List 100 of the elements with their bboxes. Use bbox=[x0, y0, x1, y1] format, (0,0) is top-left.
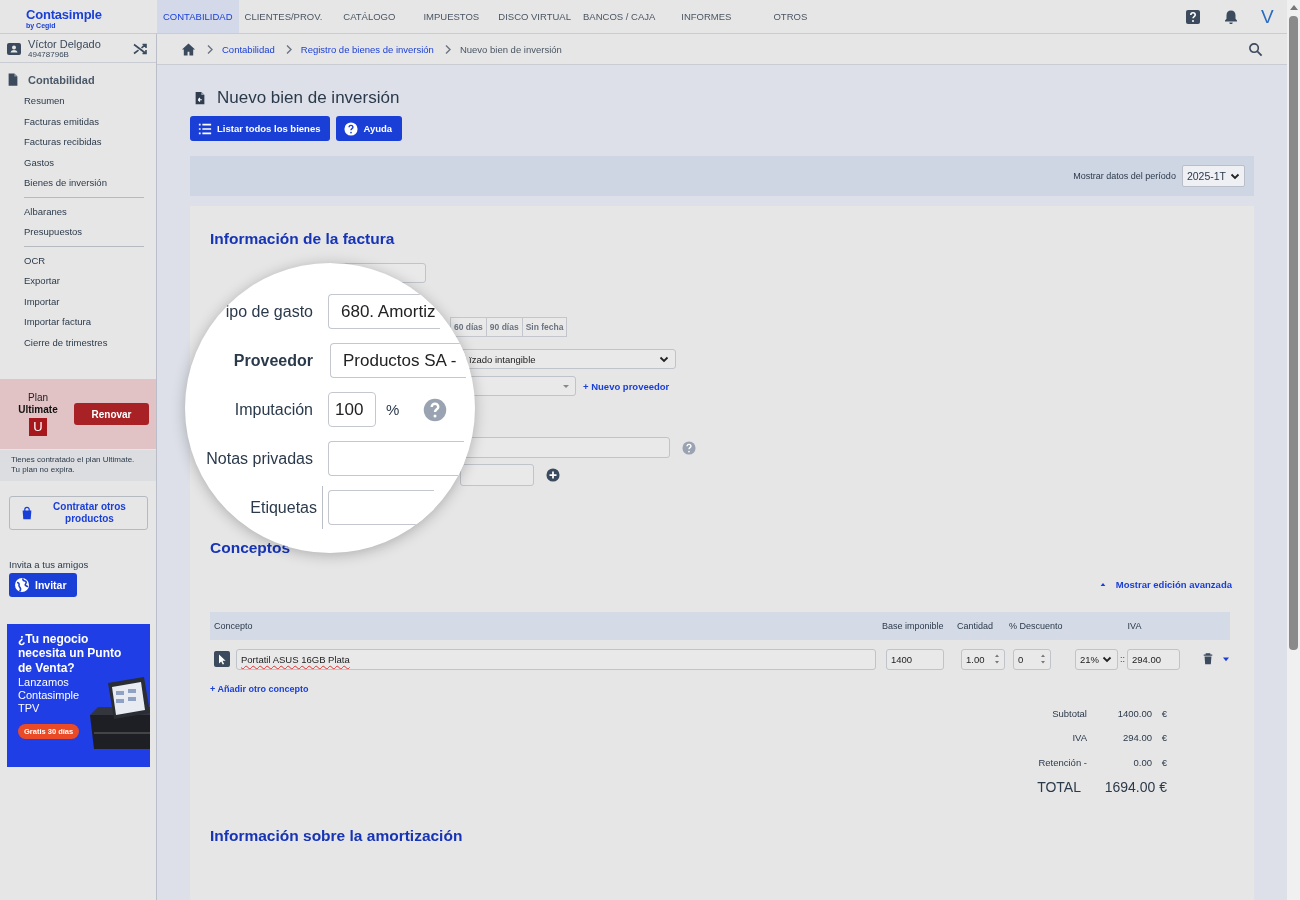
search-icon[interactable] bbox=[1248, 41, 1263, 57]
nav-tab[interactable]: OTROS bbox=[751, 0, 830, 33]
globe-icon bbox=[14, 576, 30, 593]
total-label: Retención - bbox=[1037, 756, 1087, 768]
spinner-icon bbox=[1040, 653, 1046, 665]
column-header: % Descuento bbox=[1005, 612, 1071, 640]
supplier-select[interactable]: Productos SA - bbox=[330, 343, 466, 378]
field-label: Notas privadas bbox=[205, 449, 314, 468]
home-icon[interactable] bbox=[181, 41, 196, 57]
user-avatar[interactable]: V bbox=[1261, 5, 1277, 28]
percent-input[interactable]: 100 bbox=[328, 392, 376, 427]
sidebar-item[interactable]: Importar bbox=[0, 291, 156, 312]
section-heading: Conceptos bbox=[210, 539, 292, 557]
invite-button[interactable]: Invitar bbox=[9, 572, 77, 597]
sidebar-item[interactable]: Facturas emitidas bbox=[0, 111, 156, 132]
sidebar-item[interactable]: Importar factura bbox=[0, 312, 156, 333]
sidebar-item[interactable]: Gastos bbox=[0, 152, 156, 173]
caret-up-icon bbox=[1099, 582, 1106, 587]
sidebar-item[interactable]: Facturas recibidas bbox=[0, 132, 156, 153]
help-icon[interactable] bbox=[1185, 8, 1201, 25]
bell-icon[interactable] bbox=[1223, 8, 1239, 25]
page-title: Nuevo bien de inversión bbox=[217, 88, 400, 108]
vat-rate-select[interactable]: 21% bbox=[1075, 648, 1118, 670]
plan-badge: U bbox=[29, 418, 47, 436]
sidebar-item[interactable]: Albaranes bbox=[0, 201, 156, 222]
advanced-edit-link[interactable]: Mostrar edición avanzada bbox=[1099, 579, 1232, 590]
help-button[interactable]: Ayuda bbox=[336, 116, 403, 141]
nav-tab[interactable]: BANCOS / CAJA bbox=[577, 0, 662, 33]
due-date-button[interactable]: 90 días bbox=[485, 317, 523, 337]
input-field[interactable] bbox=[328, 441, 464, 476]
total-label: TOTAL bbox=[1036, 778, 1081, 795]
caret-icon bbox=[659, 355, 669, 363]
sidebar-item[interactable]: Bienes de inversión bbox=[0, 173, 156, 194]
ad-headline: ¿Tu negocio necesita un Punto de Venta? bbox=[18, 631, 123, 675]
nav-tab[interactable]: CLIENTES/PROV. bbox=[238, 0, 329, 33]
currency-sign: € bbox=[1160, 756, 1167, 768]
caret-icon bbox=[1102, 655, 1112, 663]
due-date-button[interactable]: Sin fecha bbox=[521, 317, 568, 337]
sidebar-item[interactable]: Presupuestos bbox=[0, 222, 156, 243]
expense-type-select[interactable]: ïzado intangible bbox=[460, 349, 676, 369]
sidebar-item[interactable]: OCR bbox=[0, 250, 156, 271]
app-logo[interactable]: Contasimple bbox=[26, 8, 102, 21]
sidebar-item[interactable]: Cierre de trimestres bbox=[0, 332, 156, 353]
breadcrumb-link[interactable]: Registro de bienes de inversión bbox=[300, 43, 434, 55]
concept-textarea[interactable]: Portatil ASUS 16GB Plata bbox=[236, 648, 876, 670]
list-button[interactable]: Listar todos los bienes bbox=[190, 116, 331, 141]
renew-button[interactable]: Renovar bbox=[74, 403, 149, 425]
scrollbar[interactable] bbox=[1287, 0, 1300, 900]
caret-icon[interactable] bbox=[1222, 656, 1230, 662]
plan-name: Ultimate bbox=[18, 404, 58, 416]
plus-icon[interactable] bbox=[546, 468, 560, 482]
column-header: Base imponible bbox=[878, 612, 953, 640]
help-icon bbox=[344, 121, 359, 136]
nav-tab[interactable]: CATÁLOGO bbox=[328, 0, 411, 33]
nav-tab[interactable]: IMPUESTOS bbox=[410, 0, 493, 33]
section-heading: Información de la factura bbox=[210, 230, 396, 248]
cursor-icon[interactable] bbox=[214, 651, 230, 667]
sidebar-section-title: Contabilidad bbox=[28, 73, 95, 86]
total-value: 1694.00 € bbox=[1103, 778, 1167, 795]
other-products-button[interactable]: Contratar otros productos bbox=[9, 495, 148, 530]
due-date-button[interactable]: 60 días bbox=[450, 317, 487, 337]
contact-card-icon bbox=[6, 41, 22, 57]
new-supplier-link[interactable]: + Nuevo proveedor bbox=[583, 380, 670, 392]
shuffle-icon[interactable] bbox=[132, 41, 148, 57]
trash-icon[interactable] bbox=[1202, 652, 1214, 666]
sidebar-item[interactable]: Resumen bbox=[0, 91, 156, 112]
current-page-label: Nuevo bien de inversión bbox=[459, 43, 562, 55]
nav-tab[interactable]: INFORMES bbox=[661, 0, 752, 33]
shopping-bag-icon bbox=[20, 504, 34, 521]
total-label: Subtotal bbox=[1051, 707, 1087, 719]
sidebar-item[interactable]: Exportar bbox=[0, 271, 156, 292]
field-label: Imputación bbox=[233, 400, 314, 419]
quantity-input[interactable]: 1.00 bbox=[961, 648, 1005, 670]
tag-input[interactable] bbox=[460, 464, 534, 486]
add-concept-link[interactable]: + Añadir otro concepto bbox=[210, 684, 1233, 694]
user-name: Víctor Delgado bbox=[28, 39, 102, 51]
currency-sign: € bbox=[1160, 732, 1167, 744]
invite-label: Invita a tus amigos bbox=[9, 558, 89, 570]
period-label: Mostrar datos del período bbox=[1073, 171, 1176, 181]
field-label: Proveedor bbox=[232, 351, 314, 370]
input-field[interactable]: 680. Amortiz bbox=[328, 294, 440, 329]
breadcrumb-link[interactable]: Contabilidad bbox=[222, 43, 275, 55]
base-input[interactable]: 1400 bbox=[886, 648, 944, 670]
field-label: Etiquetas bbox=[249, 498, 318, 517]
period-select[interactable]: 2025-1T bbox=[1181, 165, 1245, 187]
help-icon bbox=[682, 440, 696, 455]
total-label: IVA bbox=[1071, 732, 1087, 744]
total-value: 294.00 bbox=[1121, 732, 1152, 744]
vat-amount-input[interactable]: 294.00 bbox=[1127, 648, 1180, 670]
discount-input[interactable]: 0 bbox=[1013, 648, 1051, 670]
spinner-icon bbox=[994, 653, 1000, 665]
nav-tab[interactable]: DISCO VIRTUAL bbox=[492, 0, 577, 33]
tags-input[interactable] bbox=[328, 490, 434, 525]
currency-sign: € bbox=[1160, 707, 1167, 719]
caret-icon bbox=[1230, 172, 1240, 180]
plan-label: Plan bbox=[28, 392, 48, 404]
column-header: Concepto bbox=[210, 612, 878, 640]
total-value: 1400.00 bbox=[1116, 707, 1152, 719]
column-header: Cantidad bbox=[953, 612, 1005, 640]
nav-tab[interactable]: CONTABILIDAD bbox=[157, 0, 239, 33]
